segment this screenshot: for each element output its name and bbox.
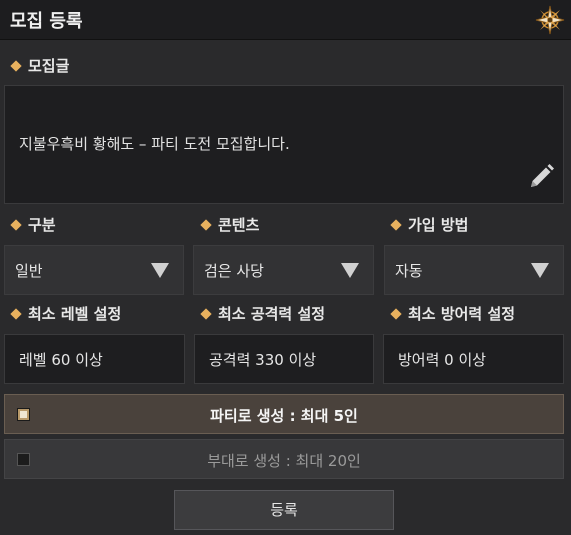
min-level-label: 최소 레벨 설정 [28,305,122,323]
diamond-bullet-icon [10,307,22,320]
min-attack-section-label: 최소 공격력 설정 [198,303,325,324]
pencil-icon[interactable] [527,163,555,191]
join-method-value: 자동 [395,262,423,280]
register-button[interactable]: 등록 [174,490,394,530]
diamond-bullet-icon [390,218,402,231]
category-section-label: 구분 [8,214,56,235]
min-attack-label: 최소 공격력 설정 [218,305,326,323]
min-level-value: 레벨 60 이상 [19,351,103,369]
party-option-label: 파티로 생성 : 최대 5인 [210,407,358,425]
post-text: 지불우흑비 황해도 – 파티 도전 모집합니다. [19,135,290,153]
min-defense-input[interactable]: 방어력 0 이상 [383,334,564,384]
diamond-bullet-icon [200,218,212,231]
dropdown-arrow-icon [341,263,359,278]
diamond-bullet-icon [10,218,22,231]
category-label: 구분 [28,216,56,234]
min-attack-input[interactable]: 공격력 330 이상 [194,334,374,384]
party-option[interactable]: 파티로 생성 : 최대 5인 [4,394,564,434]
dropdown-arrow-icon [151,263,169,278]
min-attack-value: 공격력 330 이상 [209,351,317,369]
join-method-select[interactable]: 자동 [384,245,564,295]
dropdown-arrow-icon [531,263,549,278]
category-value: 일반 [15,262,43,280]
content-label: 콘텐츠 [218,216,260,234]
corps-option[interactable]: 부대로 생성 : 최대 20인 [4,439,564,479]
join-method-label: 가입 방법 [408,216,469,234]
min-level-input[interactable]: 레벨 60 이상 [4,334,185,384]
post-section-label: 모집글 [8,55,69,76]
compass-star-close-icon[interactable] [535,5,565,35]
post-textarea[interactable]: 지불우흑비 황해도 – 파티 도전 모집합니다. [4,85,564,204]
window-title: 모집 등록 [10,11,83,32]
window-header: 모집 등록 [0,0,571,40]
corps-option-label: 부대로 생성 : 최대 20인 [207,452,361,470]
min-defense-label: 최소 방어력 설정 [408,305,516,323]
content-select[interactable]: 검은 사당 [193,245,374,295]
min-level-section-label: 최소 레벨 설정 [8,303,121,324]
min-defense-section-label: 최소 방어력 설정 [388,303,515,324]
category-select[interactable]: 일반 [4,245,184,295]
content-value: 검은 사당 [204,262,264,280]
join-method-section-label: 가입 방법 [388,214,468,235]
post-label: 모집글 [28,57,70,75]
min-defense-value: 방어력 0 이상 [398,351,487,369]
content-section-label: 콘텐츠 [198,214,259,235]
diamond-bullet-icon [390,307,402,320]
diamond-bullet-icon [200,307,212,320]
diamond-bullet-icon [10,59,22,72]
